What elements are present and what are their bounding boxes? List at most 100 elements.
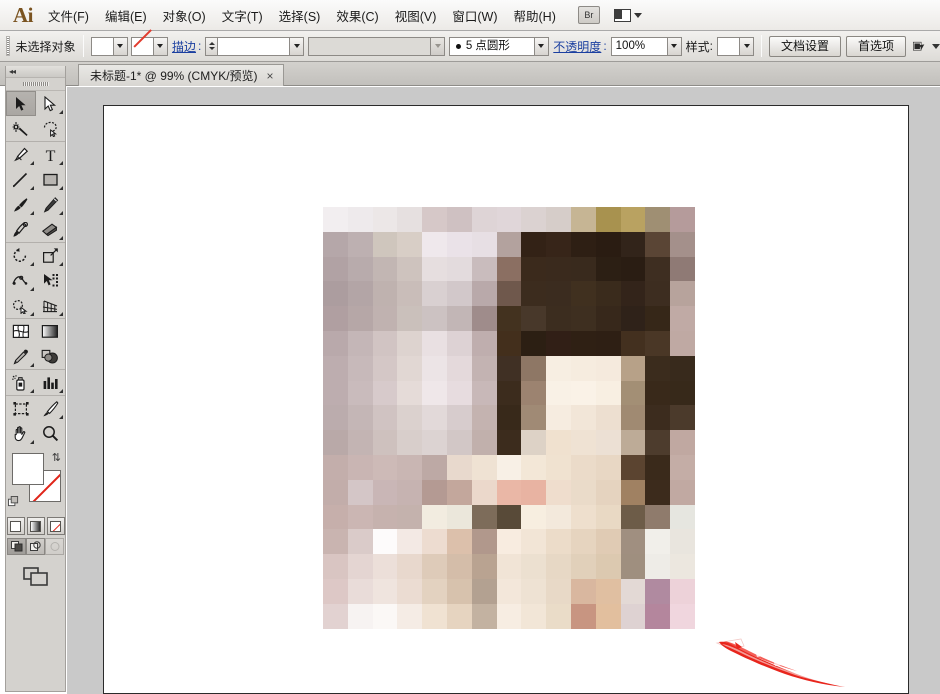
fill-color-indicator[interactable]: [12, 453, 44, 485]
slice-tool[interactable]: [36, 396, 66, 421]
red-brush-stroke-artwork[interactable]: [711, 629, 856, 691]
document-work-area[interactable]: [67, 87, 940, 694]
brush-definition-control[interactable]: 5 点圆形: [448, 36, 549, 56]
mosaic-cell: [471, 355, 497, 381]
color-mode-solid-button[interactable]: [6, 517, 25, 535]
menu-object[interactable]: 对象(O): [155, 2, 214, 29]
fill-color-swatch[interactable]: [90, 36, 113, 56]
graphic-style-control[interactable]: [717, 36, 754, 56]
paintbrush-tool[interactable]: [6, 192, 36, 217]
line-segment-tool[interactable]: [6, 167, 36, 192]
document-tab[interactable]: 未标题-1* @ 99% (CMYK/预览) ×: [78, 64, 284, 86]
mesh-tool[interactable]: [6, 319, 36, 344]
blob-brush-tool[interactable]: [6, 217, 36, 242]
perspective-grid-tool[interactable]: [36, 293, 66, 318]
tools-panel-grip[interactable]: [6, 78, 65, 91]
menu-edit[interactable]: 编辑(E): [97, 2, 155, 29]
mosaic-artwork[interactable]: [323, 207, 695, 629]
selection-status-label: 未选择对象: [15, 39, 76, 54]
rectangle-tool[interactable]: [36, 167, 66, 192]
preferences-button[interactable]: 首选项: [846, 35, 907, 57]
brush-definition-input[interactable]: 5 点圆形: [448, 36, 534, 56]
opacity-link[interactable]: 不透明度: [553, 38, 601, 55]
hand-tool[interactable]: [6, 421, 36, 446]
mosaic-cell: [595, 281, 621, 307]
gradient-tool[interactable]: [36, 319, 66, 344]
control-bar-grip[interactable]: [6, 36, 10, 56]
stroke-weight-input[interactable]: [217, 36, 290, 56]
arrange-documents-button[interactable]: [613, 8, 642, 22]
menu-help[interactable]: 帮助(H): [506, 2, 564, 29]
mosaic-cell: [397, 578, 423, 604]
bridge-icon[interactable]: Br: [577, 6, 600, 24]
draw-normal-mode-button[interactable]: [7, 538, 26, 555]
opacity-dropdown-button[interactable]: [666, 36, 682, 56]
symbol-sprayer-tool[interactable]: [6, 370, 36, 395]
stroke-weight-stepper[interactable]: [205, 36, 218, 56]
stroke-weight-link[interactable]: 描边: [172, 38, 196, 55]
lasso-tool[interactable]: [36, 116, 66, 141]
artboard-tool[interactable]: [6, 396, 36, 421]
blend-tool[interactable]: [36, 344, 66, 369]
mosaic-cell: [446, 207, 472, 232]
default-fill-stroke-icon[interactable]: [8, 496, 19, 507]
chevron-down-icon: [434, 44, 441, 48]
pencil-tool[interactable]: [36, 192, 66, 217]
shape-builder-tool[interactable]: [6, 293, 36, 318]
color-mode-gradient-button[interactable]: [26, 517, 45, 535]
color-mode-none-button[interactable]: [46, 517, 65, 535]
close-icon[interactable]: ×: [267, 70, 274, 82]
document-setup-button[interactable]: 文档设置: [769, 35, 842, 57]
draw-behind-mode-button[interactable]: [26, 538, 45, 555]
stroke-dropdown-button[interactable]: [152, 36, 168, 56]
stroke-color-control[interactable]: [130, 36, 168, 56]
free-transform-tool[interactable]: [36, 268, 66, 293]
graphic-style-swatch[interactable]: [717, 36, 739, 56]
swap-fill-stroke-icon[interactable]: ⇅: [52, 451, 61, 464]
mosaic-cell: [422, 603, 447, 629]
mosaic-cell: [645, 355, 671, 381]
mosaic-cell: [620, 231, 646, 257]
control-bar-overflow-button[interactable]: [912, 39, 940, 54]
menu-type[interactable]: 文字(T): [214, 2, 271, 29]
mosaic-cell: [397, 231, 423, 257]
eraser-tool[interactable]: [36, 217, 66, 242]
artboard[interactable]: [103, 105, 909, 694]
pen-tool[interactable]: [6, 142, 36, 167]
width-profile-dropdown-button[interactable]: [430, 36, 446, 56]
menu-effect[interactable]: 效果(C): [328, 2, 386, 29]
eyedropper-tool[interactable]: [6, 344, 36, 369]
brush-preview-icon: [455, 43, 461, 49]
direct-selection-tool[interactable]: [36, 91, 66, 116]
opacity-control[interactable]: 100%: [610, 36, 682, 56]
rotate-tool[interactable]: [6, 243, 36, 268]
stroke-weight-control[interactable]: [205, 36, 305, 56]
menu-window[interactable]: 窗口(W): [444, 2, 505, 29]
screen-mode-button[interactable]: [6, 559, 65, 595]
selection-tool[interactable]: [6, 91, 36, 116]
menu-view[interactable]: 视图(V): [387, 2, 445, 29]
tools-panel-header[interactable]: ◂◂: [6, 66, 65, 78]
mosaic-cell: [595, 306, 621, 331]
graphic-style-dropdown-button[interactable]: [739, 36, 754, 56]
type-tool[interactable]: T: [36, 142, 66, 167]
width-tool[interactable]: [6, 268, 36, 293]
scale-tool[interactable]: [36, 243, 66, 268]
column-graph-tool[interactable]: [36, 370, 66, 395]
width-profile-control[interactable]: [308, 36, 446, 56]
stroke-color-swatch-none[interactable]: [130, 36, 153, 56]
mosaic-cell: [422, 430, 447, 455]
opacity-input[interactable]: 100%: [610, 36, 667, 56]
draw-inside-mode-button[interactable]: [45, 538, 64, 555]
menu-file[interactable]: 文件(F): [40, 2, 97, 29]
menu-select[interactable]: 选择(S): [271, 2, 329, 29]
stroke-weight-dropdown-button[interactable]: [289, 36, 305, 56]
width-profile-input[interactable]: [308, 36, 431, 56]
brush-definition-dropdown-button[interactable]: [533, 36, 549, 56]
fill-dropdown-button[interactable]: [112, 36, 128, 56]
zoom-tool[interactable]: [36, 421, 66, 446]
fill-control[interactable]: [90, 36, 128, 56]
magic-wand-tool[interactable]: [6, 116, 36, 141]
scale-icon: [42, 247, 59, 264]
collapse-panel-icon[interactable]: ◂◂: [9, 67, 16, 76]
